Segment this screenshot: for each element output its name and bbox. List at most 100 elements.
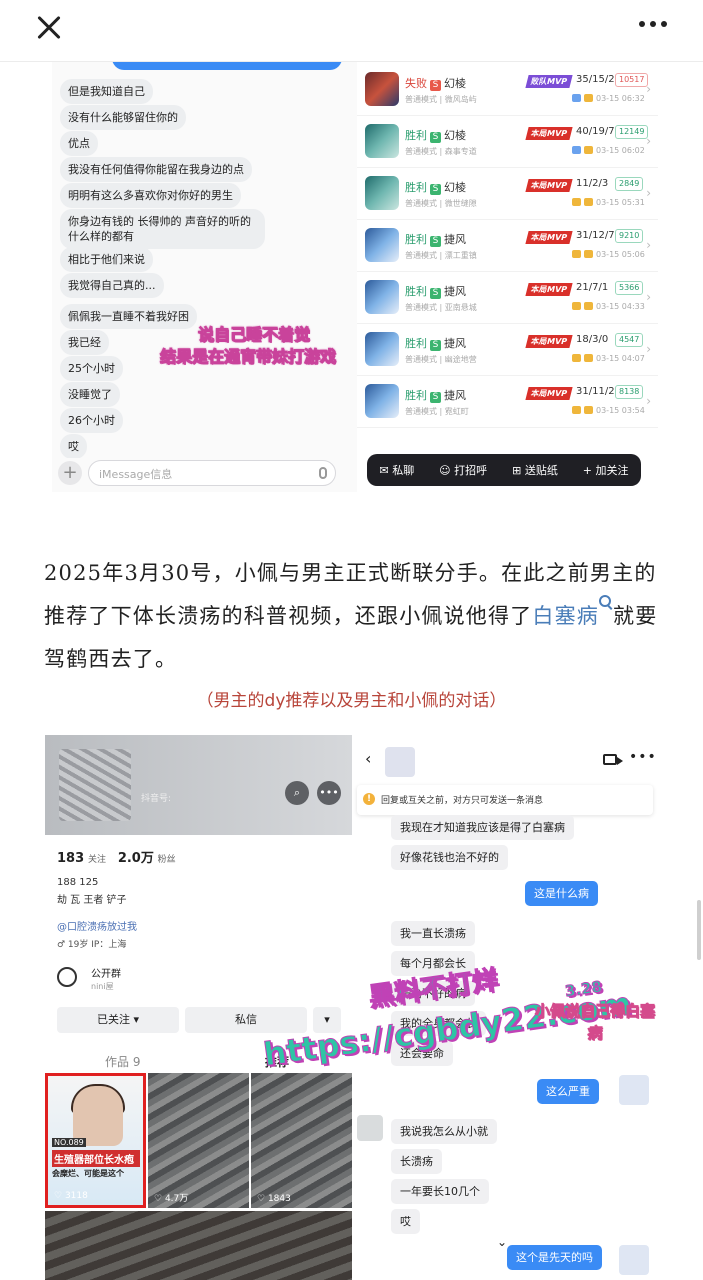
mode-icon <box>572 406 581 414</box>
game-record-row[interactable]: 胜利 S 幻棱 普通模式 | 微世缝隙 本局MVP 11/2/3 2849 03-15 05:… <box>357 168 658 220</box>
chat-message: 我没有任何值得你能留在我身边的点 <box>60 157 252 182</box>
match-result: 胜利 S 幻棱 <box>405 127 466 143</box>
time-text: 03-15 06:32 <box>596 94 645 103</box>
video-thumbnail[interactable]: ♡ 1843 <box>251 1073 352 1208</box>
plus-icon[interactable]: + <box>58 461 82 485</box>
chat-message: 明明有这么多喜欢你对你好的男生 <box>60 183 241 208</box>
scroll-down-icon[interactable]: ⌄ <box>497 1235 507 1249</box>
follow-button[interactable]: + 加关注 <box>583 462 629 478</box>
sticker-label: 送贴纸 <box>524 464 558 477</box>
hero-name: 幻棱 <box>444 129 466 142</box>
sticker-button[interactable]: ⊞ 送贴纸 <box>512 462 558 478</box>
hero-name: 捷风 <box>444 389 466 402</box>
video-likes: ♡ 4.7万 <box>154 1194 189 1204</box>
score-badge: 8138 <box>615 385 644 399</box>
article-paragraph: 2025年3月30号，小佩与男主正式断联分手。在此之前男主的推荐了下体长溃疡的科… <box>44 552 664 681</box>
kda: 40/19/7 <box>576 126 615 137</box>
sent-bubble-cutoff <box>112 62 342 70</box>
image-caption: （男主的dy推荐以及男主和小佩的对话） <box>196 691 507 711</box>
video-call-icon[interactable] <box>603 754 623 765</box>
received-message: 我说我怎么从小就 <box>391 1119 497 1144</box>
group-title: 公开群 <box>91 969 121 980</box>
received-message: 哎 <box>391 1209 420 1234</box>
more-icon[interactable]: ••• <box>317 781 341 805</box>
search-icon[interactable]: ⌕ <box>285 781 309 805</box>
chat-message: 没有什么能够留住你的 <box>60 105 186 130</box>
imessage-input[interactable]: iMessage信息 <box>88 460 336 486</box>
close-icon[interactable] <box>30 8 70 48</box>
followed-button[interactable]: 已关注 ▾ <box>57 1007 179 1033</box>
behcet-link[interactable]: 白塞病 <box>532 604 599 628</box>
chat-message: 26个小时 <box>60 408 123 433</box>
profile-stats: 183 关注 2.0万 粉丝 <box>57 847 184 866</box>
private-chat-button[interactable]: ✉ 私聊 <box>379 462 414 478</box>
s-rank-icon: S <box>430 236 441 247</box>
received-message: 长溃疡 <box>391 1149 442 1174</box>
mvp-badge: 本局MVP <box>525 179 573 192</box>
match-result: 胜利 S 捷风 <box>405 335 466 351</box>
result-status: 胜利 <box>405 285 427 298</box>
time-text: 03-15 05:31 <box>596 198 645 207</box>
score-badge: 2849 <box>615 177 644 191</box>
follow-label: 加关注 <box>595 464 629 477</box>
hero-name: 捷风 <box>444 233 466 246</box>
self-avatar <box>619 1075 649 1105</box>
scrollbar[interactable] <box>697 900 701 960</box>
chevron-right-icon: › <box>646 394 651 408</box>
imessage-placeholder: iMessage信息 <box>99 468 173 481</box>
more-dots-icon[interactable]: ••• <box>629 749 657 765</box>
chat-message: 25个小时 <box>60 356 123 381</box>
microphone-icon[interactable] <box>319 467 327 479</box>
score-badge: 9210 <box>615 229 644 243</box>
bio-link[interactable]: @口腔溃疡放过我 <box>57 918 137 933</box>
top-bar <box>0 0 703 62</box>
game-record-row[interactable]: 胜利 S 捷风 普通模式 | 霓虹町 本局MVP 31/11/2 8138 03-15 03:… <box>357 376 658 428</box>
score-badge: 10517 <box>615 73 649 87</box>
mode-icon <box>572 198 581 206</box>
video-thumbnail[interactable]: NO.089 生殖器部位长水疱 会糜烂、可能是这个 ♡ 3118 <box>45 1073 146 1208</box>
doctor-face <box>73 1086 123 1146</box>
video-tag: NO.089 <box>52 1138 86 1147</box>
chat-message: 我已经 <box>60 330 109 355</box>
game-record-row[interactable]: 胜利 S 捷风 普通模式 | 亚南悬城 本局MVP 21/7/1 5366 03-15 04:… <box>357 272 658 324</box>
message-input-bar: + iMessage信息 <box>52 458 352 492</box>
received-message: 我一直长溃疡 <box>391 921 475 946</box>
profile-action-bar: ✉ 私聊 ☺ 打招呼 ⊞ 送贴纸 + 加关注 <box>367 454 641 486</box>
mode-icon <box>584 146 593 154</box>
match-time: 03-15 05:31 <box>572 198 645 207</box>
video-thumbnail[interactable]: ♡ 4.7万 <box>148 1073 249 1208</box>
hero-avatar <box>365 384 399 418</box>
chat-message: 哎 <box>60 434 87 459</box>
sent-message: 这么严重 <box>537 1079 599 1104</box>
greet-label: 打招呼 <box>454 464 488 477</box>
received-message: 我现在才知道我应该是得了白塞病 <box>391 815 574 840</box>
private-chat-label: 私聊 <box>392 464 415 477</box>
tab-works[interactable]: 作品 9 <box>105 1053 140 1070</box>
game-record-row[interactable]: 胜利 S 幻棱 普通模式 | 森事专道 本局MVP 40/19/7 12149 03-15 0… <box>357 116 658 168</box>
game-record-row[interactable]: 失败 S 幻棱 普通模式 | 微风岛屿 败队MVP 35/15/2 10517 03-15 0… <box>357 64 658 116</box>
match-time: 03-15 04:07 <box>572 354 645 363</box>
mode-icon <box>584 198 593 206</box>
result-status: 失败 <box>405 77 427 90</box>
video-likes: ♡ 3118 <box>54 1191 88 1201</box>
kda: 18/3/0 <box>576 334 609 345</box>
video-thumbnail-row[interactable] <box>45 1211 352 1280</box>
kda: 31/12/7 <box>576 230 615 241</box>
message-button[interactable]: 私信 <box>185 1007 307 1033</box>
s-rank-icon: S <box>430 288 441 299</box>
match-time: 03-15 05:06 <box>572 250 645 259</box>
time-text: 03-15 04:07 <box>596 354 645 363</box>
back-icon[interactable]: ‹ <box>365 749 371 768</box>
avatar <box>59 749 131 821</box>
greet-button[interactable]: ☺ 打招呼 <box>439 462 487 478</box>
match-time: 03-15 06:02 <box>572 146 645 155</box>
hero-name: 幻棱 <box>444 181 466 194</box>
result-status: 胜利 <box>405 129 427 142</box>
game-record-row[interactable]: 胜利 S 捷风 普通模式 | 漂工重镇 本局MVP 31/12/7 9210 03-15 05… <box>357 220 658 272</box>
more-dots-icon[interactable] <box>633 14 673 34</box>
search-icon[interactable] <box>599 595 613 613</box>
chat-message: 但是我知道自己 <box>60 79 153 104</box>
bio-line: 劫 瓦 王者 铲子 <box>57 895 127 906</box>
time-text: 03-15 05:06 <box>596 250 645 259</box>
public-group[interactable]: 公开群 nini屋 <box>57 963 337 995</box>
